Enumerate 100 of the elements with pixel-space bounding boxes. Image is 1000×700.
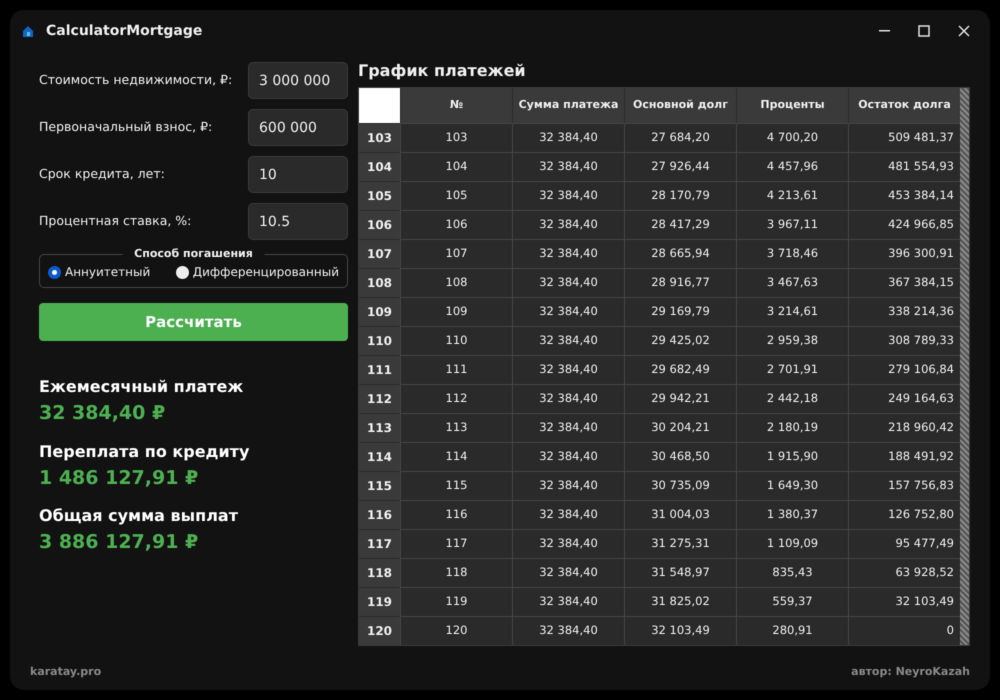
- table-cell: 2 959,38: [736, 326, 848, 355]
- column-header[interactable]: Проценты: [736, 88, 848, 123]
- table-cell: 2 701,91: [736, 355, 848, 384]
- table-cell: 32 384,40: [512, 181, 624, 210]
- table-cell: 115: [400, 471, 512, 500]
- table-cell: 110: [400, 326, 512, 355]
- window-title: CalculatorMortgage: [46, 22, 202, 40]
- row-header[interactable]: 116: [359, 500, 400, 529]
- table-cell: 29 425,02: [624, 326, 736, 355]
- table-cell: 105: [400, 181, 512, 210]
- row-header[interactable]: 105: [359, 181, 400, 210]
- table-cell: 509 481,37: [848, 123, 960, 152]
- table-cell: 1 109,09: [736, 529, 848, 558]
- column-header[interactable]: Остаток долга: [848, 88, 960, 123]
- row-header[interactable]: 110: [359, 326, 400, 355]
- result-label: Общая сумма выплат: [39, 505, 239, 527]
- author-credit: автор: NeyroKazah: [851, 664, 970, 680]
- row-header[interactable]: 109: [359, 297, 400, 326]
- row-header[interactable]: 118: [359, 558, 400, 587]
- row-header[interactable]: 119: [359, 587, 400, 616]
- table-cell: 32 384,40: [512, 326, 624, 355]
- table-cell: 188 491,92: [848, 442, 960, 471]
- column-header[interactable]: №: [400, 88, 512, 123]
- row-header[interactable]: 104: [359, 152, 400, 181]
- table-cell: 1 649,30: [736, 471, 848, 500]
- table-cell: 4 213,61: [736, 181, 848, 210]
- table-cell: 481 554,93: [848, 152, 960, 181]
- table-cell: 280,91: [736, 616, 848, 645]
- row-header[interactable]: 117: [359, 529, 400, 558]
- input-field[interactable]: 10.5: [248, 203, 348, 240]
- row-header[interactable]: 114: [359, 442, 400, 471]
- table-cell: 104: [400, 152, 512, 181]
- radio-option[interactable]: Дифференцированный: [176, 263, 339, 281]
- table-cell: 108: [400, 268, 512, 297]
- result-label: Переплата по кредиту: [39, 440, 250, 462]
- table-cell: 32 384,40: [512, 355, 624, 384]
- field-label: Срок кредита, лет:: [39, 165, 165, 184]
- table-cell: 29 169,79: [624, 297, 736, 326]
- table-cell: 32 384,40: [512, 239, 624, 268]
- field-label: Процентная ставка, %:: [39, 212, 192, 230]
- row-header[interactable]: 115: [359, 471, 400, 500]
- input-field[interactable]: 600 000: [248, 109, 348, 146]
- radio-label: Аннуитетный: [65, 264, 150, 281]
- site-link[interactable]: karatay.pro: [30, 664, 102, 680]
- table-cell: 31 548,97: [624, 558, 736, 587]
- table-cell: 0: [848, 616, 960, 645]
- column-header[interactable]: Основной долг: [624, 88, 736, 123]
- table-cell: 107: [400, 239, 512, 268]
- table-cell: 28 417,29: [624, 210, 736, 239]
- table-cell: 30 468,50: [624, 442, 736, 471]
- table-cell: 116: [400, 500, 512, 529]
- table-cell: 112: [400, 384, 512, 413]
- table-cell: 396 300,91: [848, 239, 960, 268]
- table-cell: 32 384,40: [512, 442, 624, 471]
- table-cell: 118: [400, 558, 512, 587]
- field-label: Стоимость недвижимости, ₽:: [39, 71, 232, 90]
- table-cell: 3 214,61: [736, 297, 848, 326]
- table-cell: 113: [400, 413, 512, 442]
- row-header[interactable]: 113: [359, 413, 400, 442]
- table-cell: 32 384,40: [512, 529, 624, 558]
- row-header[interactable]: 107: [359, 239, 400, 268]
- row-header[interactable]: 111: [359, 355, 400, 384]
- radio-option[interactable]: Аннуитетный: [48, 263, 150, 281]
- table-cell: 32 384,40: [512, 123, 624, 152]
- table-cell: 29 942,21: [624, 384, 736, 413]
- table-cell: 31 825,02: [624, 587, 736, 616]
- table-cell: 424 966,85: [848, 210, 960, 239]
- row-header[interactable]: 108: [359, 268, 400, 297]
- input-field[interactable]: 10: [248, 156, 348, 193]
- table-cell: 32 103,49: [848, 587, 960, 616]
- column-header[interactable]: Сумма платежа: [512, 88, 624, 123]
- row-header[interactable]: 106: [359, 210, 400, 239]
- table-cell: 308 789,33: [848, 326, 960, 355]
- table-cell: 367 384,15: [848, 268, 960, 297]
- table-cell: 1 915,90: [736, 442, 848, 471]
- table-cell: 32 384,40: [512, 297, 624, 326]
- table-cell: 249 164,63: [848, 384, 960, 413]
- table-cell: 117: [400, 529, 512, 558]
- table-cell: 32 384,40: [512, 500, 624, 529]
- table-cell: 338 214,36: [848, 297, 960, 326]
- table-cell: 32 384,40: [512, 268, 624, 297]
- table-cell: 119: [400, 587, 512, 616]
- input-field[interactable]: 3 000 000: [248, 62, 348, 99]
- row-header[interactable]: 112: [359, 384, 400, 413]
- radio-label: Дифференцированный: [192, 264, 339, 281]
- row-header[interactable]: 120: [359, 616, 400, 645]
- row-header[interactable]: 103: [359, 123, 400, 152]
- table-cell: 95 477,49: [848, 529, 960, 558]
- table-cell: 103: [400, 123, 512, 152]
- table-cell: 30 204,21: [624, 413, 736, 442]
- table-cell: 120: [400, 616, 512, 645]
- table-cell: 3 967,11: [736, 210, 848, 239]
- table-cell: 3 718,46: [736, 239, 848, 268]
- table-cell: 27 926,44: [624, 152, 736, 181]
- result-value: 3 886 127,91 ₽: [39, 530, 200, 555]
- table-cell: 2 442,18: [736, 384, 848, 413]
- table-cell: 835,43: [736, 558, 848, 587]
- table-cell: 31 004,03: [624, 500, 736, 529]
- table-cell: 106: [400, 210, 512, 239]
- schedule-title: График платежей: [358, 60, 527, 82]
